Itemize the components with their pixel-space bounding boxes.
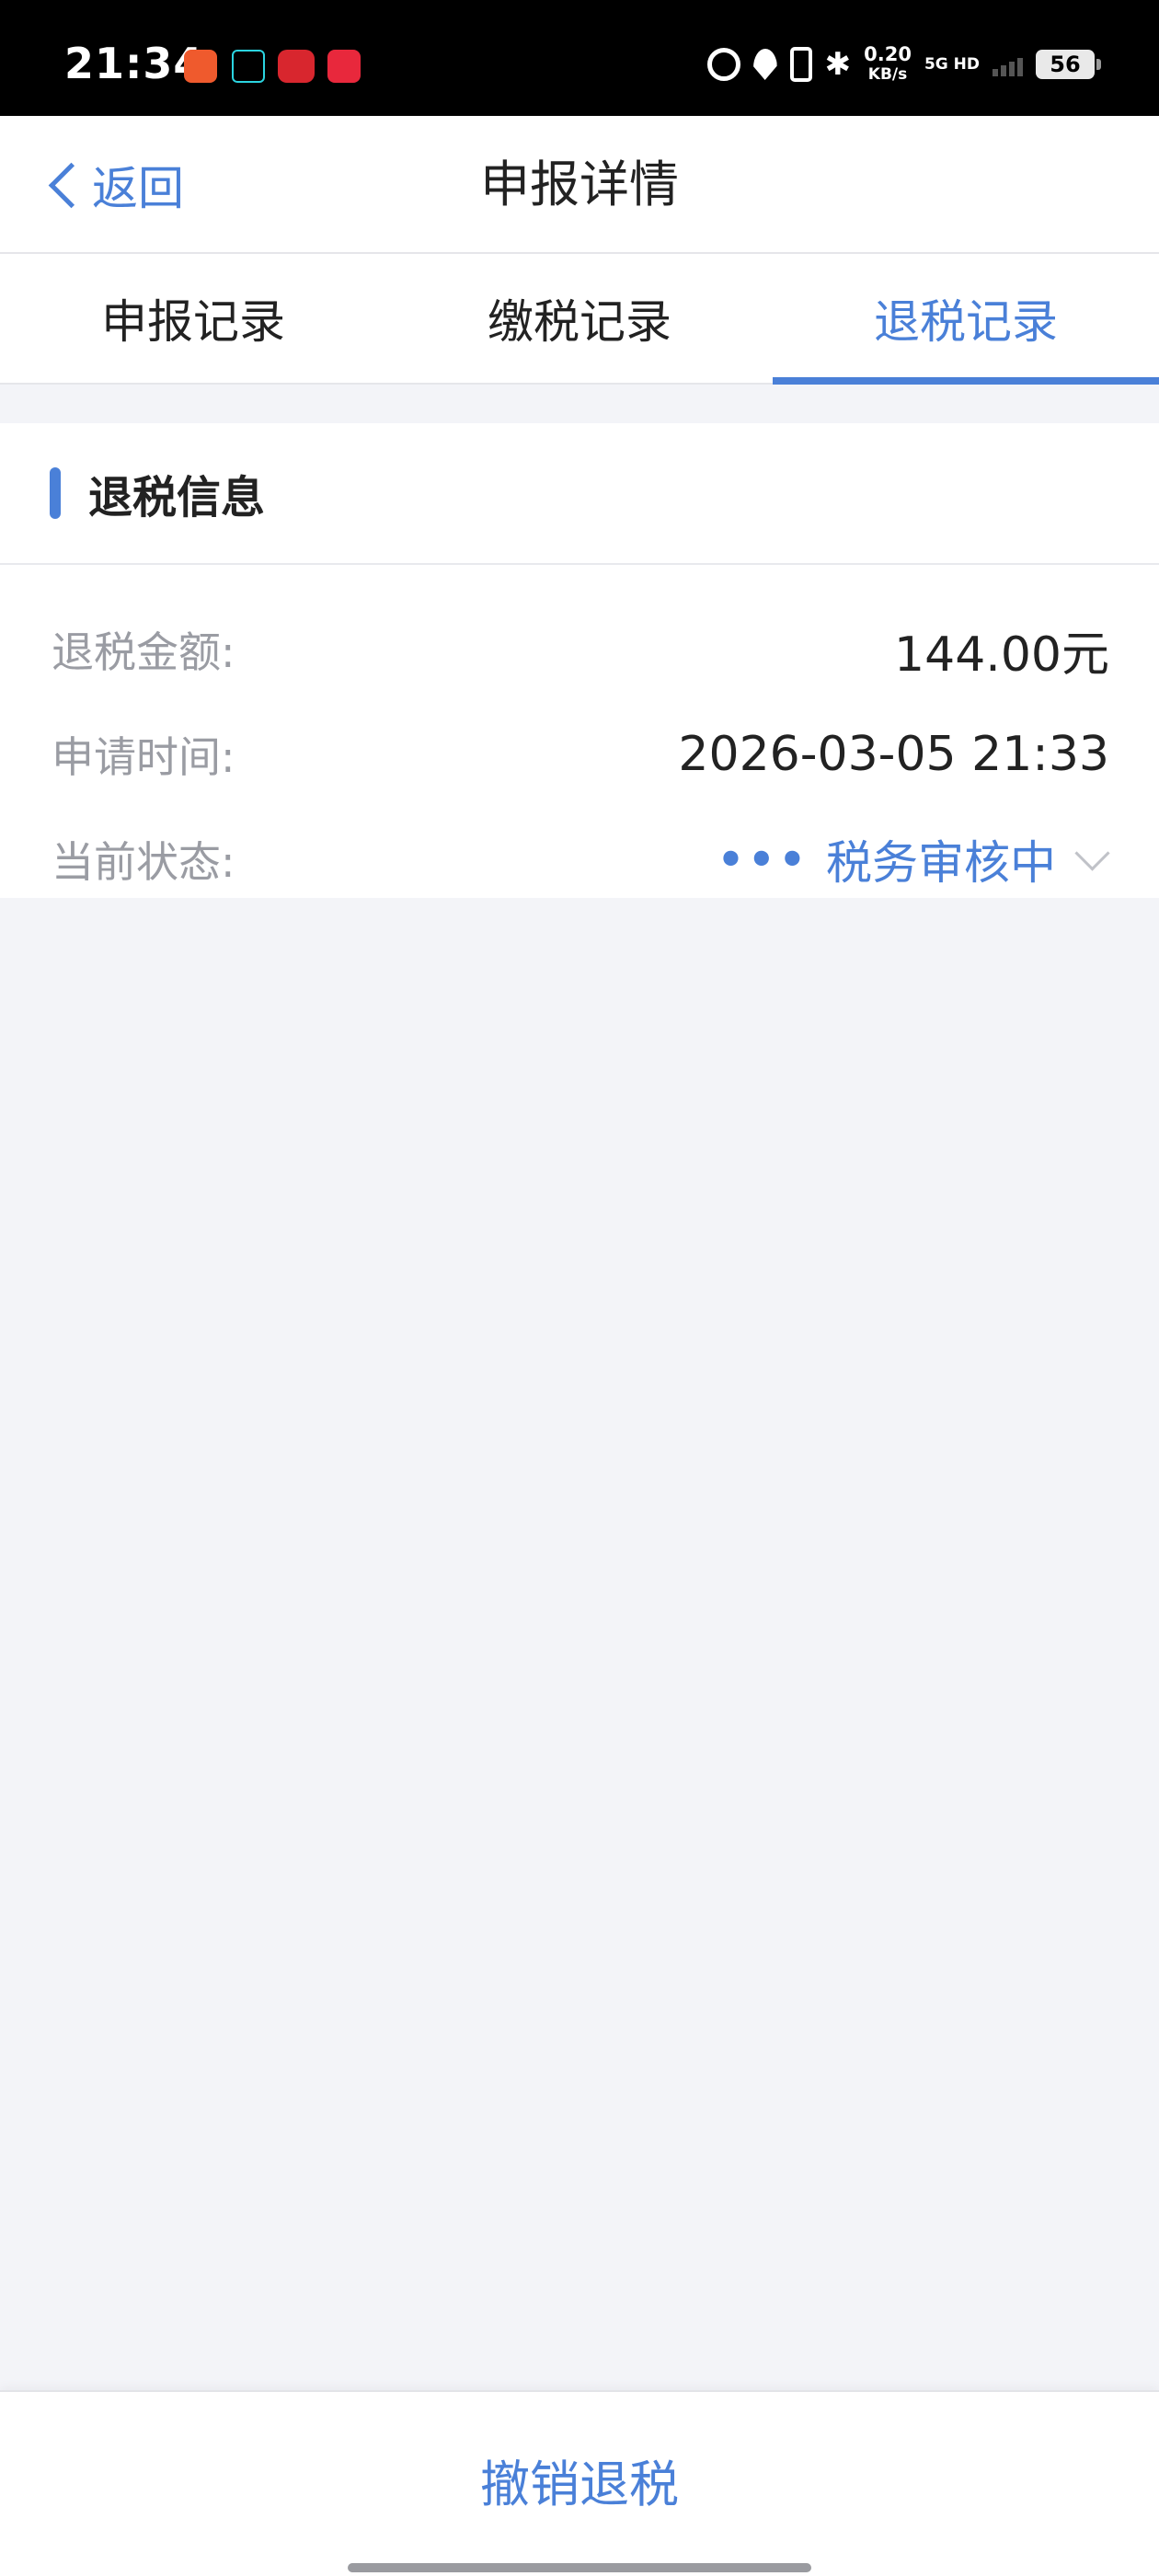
- tab-bar: 申报记录 缴税记录 退税记录: [0, 254, 1159, 385]
- notification-app-icon: [184, 50, 217, 83]
- bottom-action-bar: 撤销退税: [0, 2390, 1159, 2576]
- current-status-label: 当前状态:: [52, 837, 235, 887]
- vibrate-icon: [789, 47, 812, 82]
- battery-icon: 56: [1036, 50, 1101, 79]
- chevron-down-icon: [1073, 841, 1109, 878]
- refund-amount-label: 退税金额:: [52, 627, 235, 677]
- more-dots-icon: •••: [717, 834, 809, 884]
- network-speed: 0.20 KB/s: [864, 44, 912, 85]
- refund-amount-row: 退税金额: 144.00元: [52, 613, 1109, 686]
- tiktok-icon: [232, 50, 265, 83]
- signal-icon: [993, 52, 1023, 76]
- status-indicators: ✱ 0.20 KB/s 5G HD 56: [706, 44, 1101, 85]
- current-status-row[interactable]: 当前状态: ••• 税务审核中: [52, 822, 1109, 896]
- alarm-icon: [706, 48, 740, 81]
- status-bar: 21:34 ✱ 0.20 KB/s 5G HD 56: [0, 0, 1159, 116]
- network-type: 5G HD: [924, 55, 980, 74]
- apply-time-label: 申请时间:: [52, 732, 235, 782]
- section-accent-bar: [50, 467, 61, 519]
- tab-payment-records[interactable]: 缴税记录: [386, 254, 773, 383]
- xiaohongshu-icon: [327, 50, 361, 83]
- section-title: 退税信息: [88, 472, 266, 523]
- location-icon: [752, 49, 777, 80]
- revoke-refund-button[interactable]: 撤销退税: [0, 2429, 1159, 2530]
- nav-header: 返回 申报详情: [0, 116, 1159, 254]
- apply-time-value: 2026-03-05 21:33: [678, 727, 1109, 782]
- page-title: 申报详情: [480, 155, 679, 213]
- status-toggle[interactable]: ••• 税务审核中: [717, 826, 1109, 892]
- refund-info-card: 退税信息 退税金额: 144.00元 申请时间: 2026-03-05 21:3…: [0, 423, 1159, 898]
- network-speed-value: 0.20: [864, 43, 912, 65]
- tab-refund-records[interactable]: 退税记录: [773, 254, 1159, 385]
- home-indicator[interactable]: [348, 2563, 811, 2572]
- current-status-value: 税务审核中: [826, 836, 1056, 890]
- network-speed-unit: KB/s: [867, 65, 908, 84]
- card-header: 退税信息: [0, 423, 1159, 565]
- apply-time-row: 申请时间: 2026-03-05 21:33: [52, 718, 1109, 791]
- status-time: 21:34: [64, 39, 204, 88]
- bluetooth-icon: ✱: [824, 46, 852, 83]
- tmall-icon: [278, 50, 315, 83]
- refund-amount-value: 144.00元: [894, 627, 1109, 683]
- tab-declaration-records[interactable]: 申报记录: [0, 254, 386, 383]
